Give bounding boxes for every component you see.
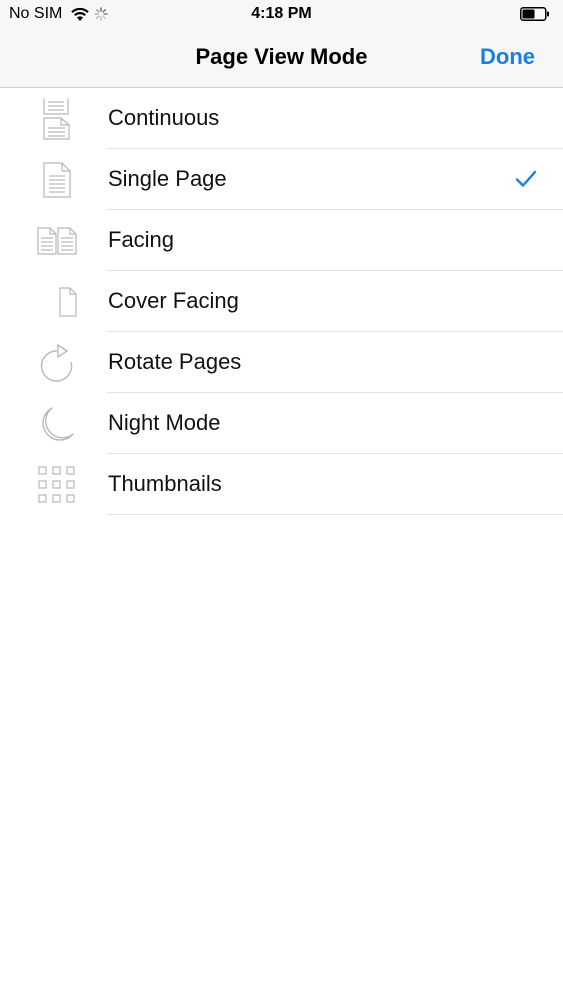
view-mode-list: Continuous Single Page Facing Cover Faci…: [0, 88, 563, 515]
option-label: Facing: [108, 227, 175, 252]
option-continuous[interactable]: Continuous: [0, 88, 563, 149]
thumbnails-grid-icon: [34, 464, 80, 506]
cover-facing-icon: [34, 281, 80, 323]
option-label: Continuous: [108, 105, 220, 130]
option-label: Night Mode: [108, 410, 221, 435]
option-label: Single Page: [108, 166, 227, 191]
option-label: Cover Facing: [108, 288, 239, 313]
single-page-icon: [34, 159, 80, 201]
option-rotate-pages[interactable]: Rotate Pages: [0, 332, 563, 393]
done-button[interactable]: Done: [480, 44, 535, 70]
option-label: Rotate Pages: [108, 349, 242, 374]
moon-icon: [34, 403, 80, 445]
option-label: Thumbnails: [108, 471, 222, 496]
option-night-mode[interactable]: Night Mode: [0, 393, 563, 454]
navigation-bar: Page View Mode Done: [0, 30, 563, 88]
option-cover-facing[interactable]: Cover Facing: [0, 271, 563, 332]
checkmark-icon: [515, 170, 537, 187]
status-bar: No SIM 4:18 PM: [0, 0, 563, 30]
page-title: Page View Mode: [195, 44, 368, 69]
option-thumbnails[interactable]: Thumbnails: [0, 454, 563, 515]
option-single-page[interactable]: Single Page: [0, 149, 563, 210]
status-time: 4:18 PM: [251, 5, 312, 22]
continuous-pages-icon: [34, 98, 80, 140]
rotate-icon: [34, 342, 80, 384]
battery-icon: [520, 7, 549, 21]
option-facing[interactable]: Facing: [0, 210, 563, 271]
facing-pages-icon: [34, 220, 80, 262]
